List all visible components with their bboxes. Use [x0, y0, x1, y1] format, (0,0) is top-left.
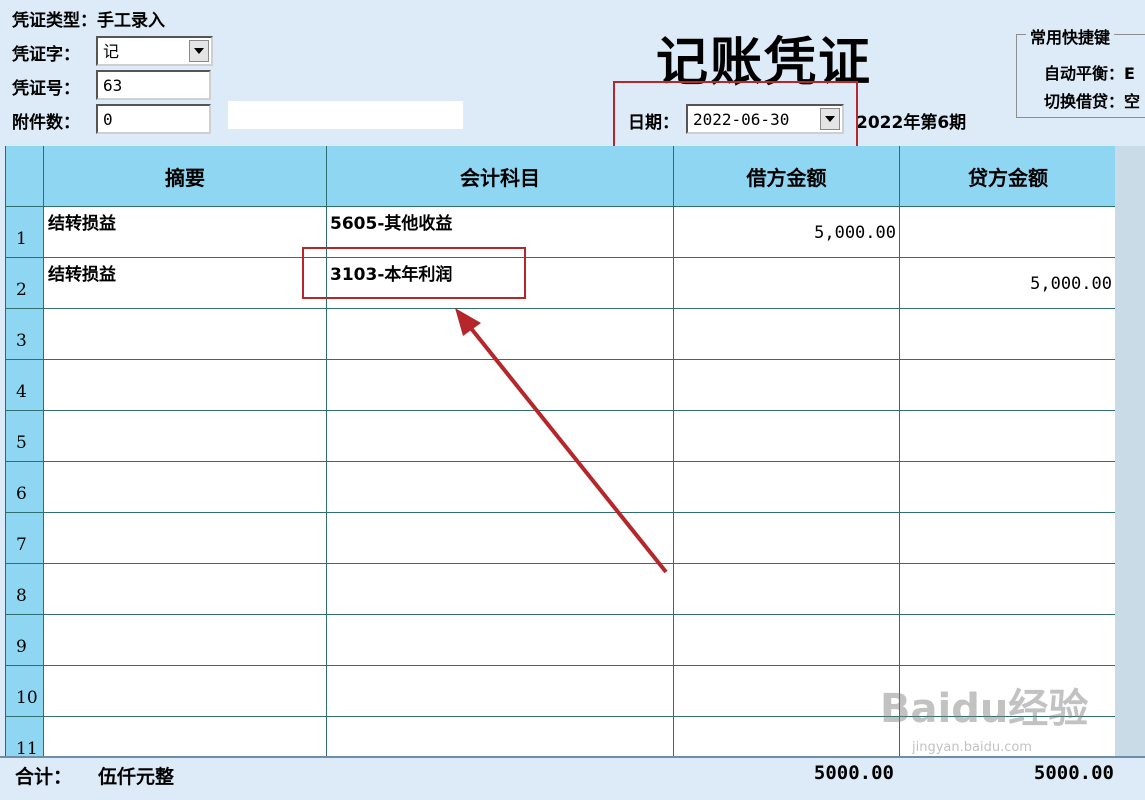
watermark-logo: Baidu经验 — [880, 686, 1089, 732]
total-label: 合计： — [15, 766, 73, 788]
total-in-words: 伍仟元整 — [98, 766, 175, 788]
credit-total: 5000.00 — [1033, 762, 1114, 784]
debit-total: 5000.00 — [813, 762, 894, 784]
footer-divider — [0, 756, 1145, 758]
watermark-url: jingyan.baidu.com — [912, 740, 1032, 755]
